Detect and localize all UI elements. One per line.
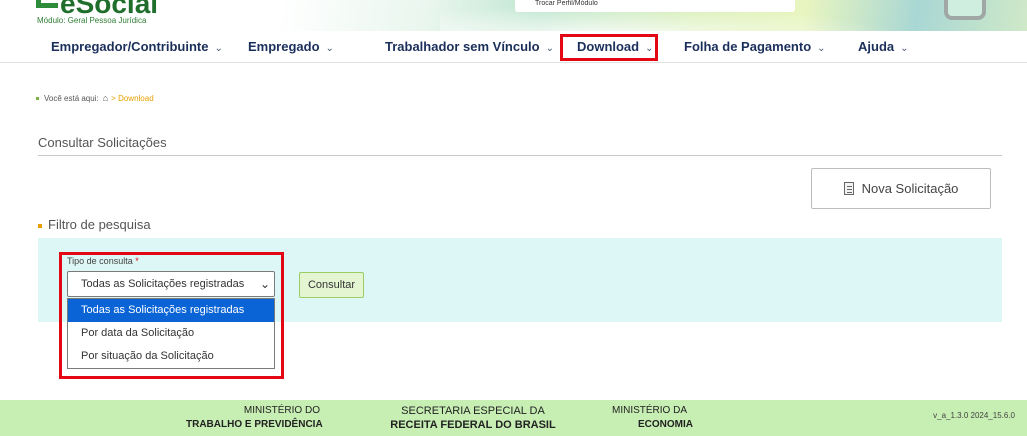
filter-bullet bbox=[38, 223, 42, 228]
nav-trabalhador-label: Trabalhador sem Vínculo bbox=[385, 39, 540, 54]
nav-trabalhador-sem-vinculo[interactable]: Trabalhador sem Vínculo ⌄ bbox=[385, 37, 554, 57]
footer-economia-line1: MINISTÉRIO DA bbox=[612, 405, 688, 416]
nav-ajuda-label: Ajuda bbox=[858, 39, 895, 54]
chevron-down-icon: ⌄ bbox=[817, 43, 826, 54]
consultar-button[interactable]: Consultar bbox=[299, 272, 364, 298]
header: eSocial Módulo: Geral Pessoa Jurídica Tr… bbox=[0, 0, 1027, 31]
chevron-down-icon: ⌄ bbox=[545, 43, 554, 54]
new-request-label: Nova Solicitação bbox=[861, 181, 959, 196]
chevron-down-icon: ⌄ bbox=[214, 43, 223, 54]
chevron-down-icon: ⌄ bbox=[325, 43, 334, 54]
menu-corner-button[interactable] bbox=[944, 0, 986, 20]
module-label: Módulo: Geral Pessoa Jurídica bbox=[37, 16, 147, 25]
footer-receita-federal: SECRETARIA ESPECIAL DA RECEITA FEDERAL D… bbox=[382, 404, 564, 432]
title-divider bbox=[38, 155, 1002, 156]
footer-ministerio-trabalho: MINISTÉRIO DO TRABALHO E PREVIDÊNCIA bbox=[186, 404, 323, 432]
nav-folha-de-pagamento[interactable]: Folha de Pagamento ⌄ bbox=[684, 37, 826, 57]
page-title: Consultar Solicitações bbox=[38, 135, 167, 150]
select-highlight-box bbox=[59, 252, 284, 379]
nav-empregador-label: Empregador/Contribuinte bbox=[51, 39, 209, 54]
footer-ministerio-trabalho-line2: TRABALHO E PREVIDÊNCIA bbox=[186, 419, 323, 430]
footer-receita-line2: RECEITA FEDERAL DO BRASIL bbox=[390, 419, 556, 431]
main-nav: Empregador/Contribuinte ⌄ Empregado ⌄ Trab… bbox=[0, 31, 1027, 63]
document-icon bbox=[843, 182, 854, 195]
breadcrumb-separator: > bbox=[111, 94, 116, 103]
footer-ministerio-economia: MINISTÉRIO DA ECONOMIA bbox=[612, 404, 702, 432]
nav-empregado-label: Empregado bbox=[248, 39, 320, 54]
esocial-logo-icon bbox=[36, 0, 58, 8]
download-highlight-box bbox=[560, 34, 658, 61]
home-icon[interactable]: ⌂ bbox=[103, 93, 108, 103]
new-request-button[interactable]: Nova Solicitação bbox=[811, 168, 991, 209]
footer-receita-line1: SECRETARIA ESPECIAL DA bbox=[401, 405, 545, 417]
footer: MINISTÉRIO DO TRABALHO E PREVIDÊNCIA SEC… bbox=[0, 400, 1027, 436]
nav-empregado[interactable]: Empregado ⌄ bbox=[248, 37, 334, 57]
footer-economia-line2: ECONOMIA bbox=[638, 419, 693, 430]
breadcrumb-current: Download bbox=[118, 94, 154, 103]
footer-ministerio-trabalho-line1: MINISTÉRIO DO bbox=[243, 405, 320, 416]
filter-title: Filtro de pesquisa bbox=[38, 217, 151, 232]
breadcrumb-prefix: Você está aqui: bbox=[44, 94, 99, 103]
nav-ajuda[interactable]: Ajuda ⌄ bbox=[858, 37, 909, 57]
chevron-down-icon: ⌄ bbox=[900, 43, 909, 54]
breadcrumb: Você está aqui: ⌂ > Download bbox=[36, 93, 154, 103]
version-label: v_a_1.3.0 2024_15.6.0 bbox=[933, 411, 1015, 420]
nav-empregador[interactable]: Empregador/Contribuinte ⌄ bbox=[51, 37, 223, 57]
breadcrumb-bullet bbox=[36, 97, 39, 101]
change-profile-link[interactable]: Trocar Perfil/Módulo bbox=[535, 0, 598, 7]
filter-title-text: Filtro de pesquisa bbox=[48, 217, 151, 232]
consultar-label: Consultar bbox=[307, 279, 356, 291]
nav-folha-label: Folha de Pagamento bbox=[684, 39, 812, 54]
